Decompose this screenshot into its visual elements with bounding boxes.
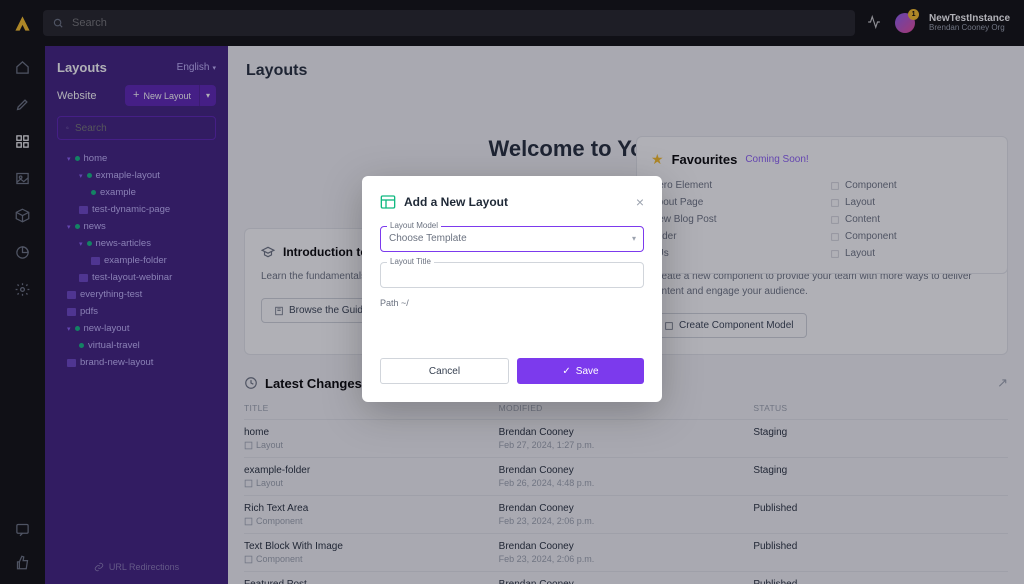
close-icon[interactable]: × xyxy=(636,194,644,210)
layout-icon xyxy=(380,194,396,210)
layout-title-field[interactable]: Layout Title xyxy=(380,262,644,288)
path-display: Path ~/ xyxy=(380,298,644,308)
add-layout-modal: Add a New Layout × Layout Model Choose T… xyxy=(362,176,662,402)
save-button[interactable]: Save xyxy=(517,358,644,384)
modal-title: Add a New Layout xyxy=(404,195,508,209)
modal-backdrop[interactable]: Add a New Layout × Layout Model Choose T… xyxy=(0,0,1024,584)
layout-model-field[interactable]: Layout Model Choose Template ▾ xyxy=(380,226,644,252)
cancel-button[interactable]: Cancel xyxy=(380,358,509,384)
